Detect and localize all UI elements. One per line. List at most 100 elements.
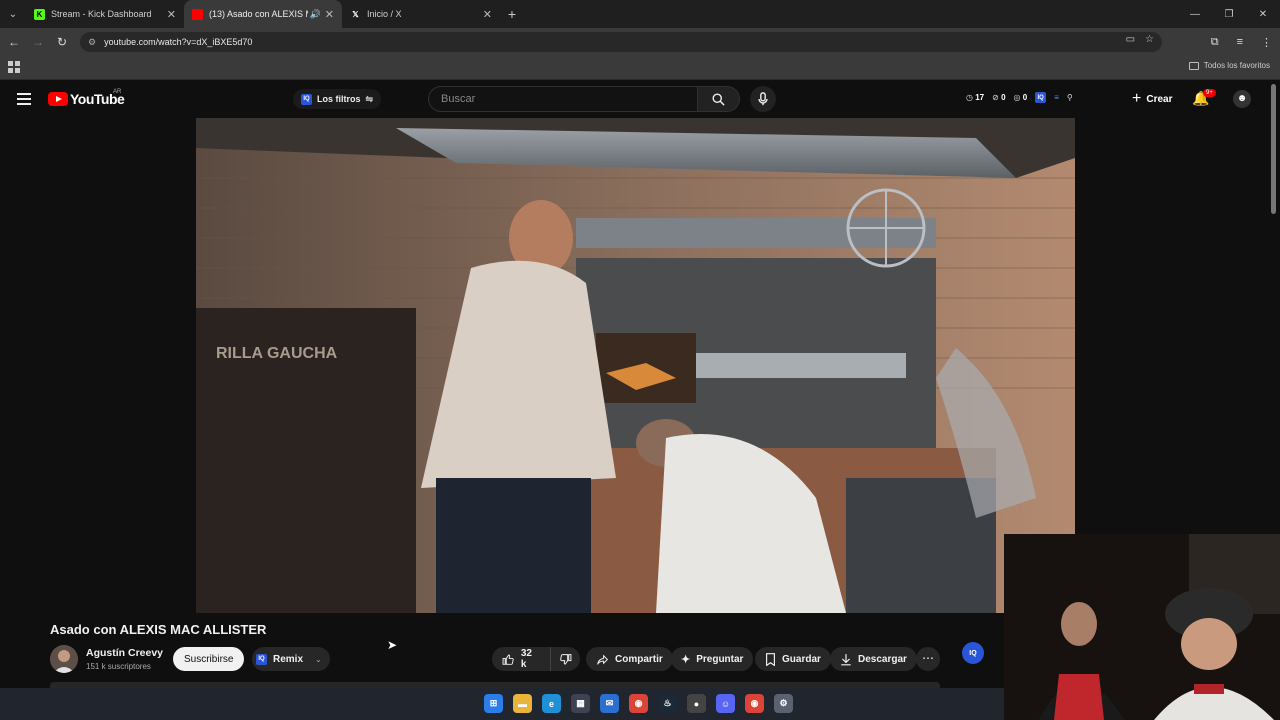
like-count: 32 k <box>520 648 532 670</box>
webcam-overlay <box>1004 534 1280 720</box>
bookmark-star-icon[interactable]: ☆ <box>1145 34 1154 45</box>
download-button[interactable]: Descargar <box>830 647 917 671</box>
plus-icon: + <box>1132 90 1142 107</box>
close-icon[interactable]: ✕ <box>167 8 176 21</box>
create-label: Crear <box>1146 93 1173 105</box>
minimize-icon[interactable]: — <box>1178 0 1212 28</box>
windows-start-icon[interactable]: ⊞ <box>484 694 503 713</box>
save-button[interactable]: Guardar <box>755 647 831 671</box>
filters-button[interactable]: IQ Los filtros ⇋ <box>293 89 382 109</box>
iq-extension-icon[interactable]: IQ <box>1035 92 1047 103</box>
dislike-button[interactable] <box>551 653 580 666</box>
iq-extension-icon: IQ <box>256 653 267 665</box>
search-input[interactable]: Buscar <box>428 86 698 112</box>
clock-icon: ◷ <box>966 93 973 102</box>
remix-button[interactable]: IQ Remix ⌄ <box>252 647 330 671</box>
tab-youtube-video[interactable]: (13) Asado con ALEXIS MAC 🔊 ✕ <box>184 0 342 28</box>
github-icon[interactable]: ● <box>687 694 706 713</box>
browser-toolbar: ← → ↻ ⚙ youtube.com/watch?v=dX_iBXE5d70 … <box>0 28 1280 56</box>
youtube-header: YouTube AR IQ Los filtros ⇋ Buscar ◷ 17 … <box>0 80 1280 118</box>
cast-icon[interactable]: ▭ <box>1126 34 1135 45</box>
tab-title: Stream - Kick Dashboard <box>51 9 152 19</box>
voice-search-button[interactable] <box>750 86 776 112</box>
tab-title: (13) Asado con ALEXIS MAC <box>209 9 308 19</box>
speaker-icon[interactable]: 🔊 <box>310 9 321 20</box>
folder-icon <box>1188 61 1199 70</box>
search-icon <box>712 93 725 106</box>
browser-tab-strip: ⌄ K Stream - Kick Dashboard ✕ (13) Asado… <box>0 0 1280 28</box>
youtube-play-icon <box>48 92 68 106</box>
share-label: Compartir <box>615 653 663 665</box>
subscribe-label: Suscribirse <box>184 653 234 665</box>
ask-button[interactable]: ✦ Preguntar <box>671 647 754 671</box>
notifications-badge: 9+ <box>1203 89 1216 97</box>
chrome-active-icon[interactable]: ◉ <box>745 694 764 713</box>
iq-label: IQ <box>969 649 977 657</box>
apps-grid-icon[interactable] <box>8 61 20 73</box>
edge-icon[interactable]: e <box>542 694 561 713</box>
channel-name[interactable]: Agustín Creevy <box>86 647 163 659</box>
microphone-icon <box>758 92 768 106</box>
circle-icon: ⊘ <box>992 93 999 102</box>
iq-extension-icon: IQ <box>301 93 312 105</box>
remix-label: Remix <box>273 653 304 665</box>
site-info-icon[interactable]: ⚙ <box>88 37 96 48</box>
likes-stat: ⊘ 0 <box>992 93 1006 102</box>
kick-icon: K <box>34 8 45 20</box>
webcam-feed <box>1004 534 1280 720</box>
ask-label: Preguntar <box>696 653 744 665</box>
restore-icon[interactable]: ❐ <box>1212 0 1246 28</box>
like-button[interactable]: 32 k <box>492 647 551 671</box>
settings-gear-icon[interactable]: ⚙ <box>774 694 793 713</box>
discord-icon[interactable]: ☺ <box>716 694 735 713</box>
all-bookmarks-button[interactable]: Todos los favoritos <box>1188 61 1270 70</box>
close-icon[interactable]: ✕ <box>325 8 334 21</box>
new-tab-button[interactable]: + <box>500 6 524 22</box>
search-button[interactable] <box>698 86 740 112</box>
chrome-icon[interactable]: ◉ <box>629 694 648 713</box>
close-icon[interactable]: ✕ <box>483 8 492 21</box>
address-bar[interactable]: ⚙ youtube.com/watch?v=dX_iBXE5d70 ▭ ☆ <box>80 32 1162 52</box>
account-avatar[interactable]: ☻ <box>1233 90 1251 108</box>
search-placeholder: Buscar <box>441 93 476 105</box>
country-code: AR <box>113 89 122 95</box>
media-control-icon[interactable]: ≡ <box>1237 36 1243 48</box>
file-explorer-icon[interactable]: ▬ <box>513 694 532 713</box>
extensions-icon[interactable]: ⧉ <box>1211 36 1219 49</box>
store-icon[interactable]: ▦ <box>571 694 590 713</box>
more-actions-button[interactable]: ⋯ <box>916 647 940 671</box>
save-label: Guardar <box>782 653 821 665</box>
tab-search-icon[interactable]: ⌄ <box>0 0 26 28</box>
mail-icon[interactable]: ✉ <box>600 694 619 713</box>
sparkle-icon: ✦ <box>681 653 691 666</box>
page-scrollbar[interactable] <box>1271 84 1276 214</box>
video-frame: RILLA GAUCHA <box>196 118 1075 613</box>
channel-avatar[interactable] <box>50 645 78 673</box>
create-button[interactable]: + Crear <box>1124 87 1180 111</box>
mouse-cursor-icon: ➤ <box>387 638 398 652</box>
tab-kick-dashboard[interactable]: K Stream - Kick Dashboard ✕ <box>26 0 184 28</box>
sign-graphic: RILLA GAUCHA <box>216 345 338 362</box>
list-icon[interactable]: ≡ <box>1054 93 1059 102</box>
youtube-icon <box>192 8 203 20</box>
hamburger-menu-icon[interactable] <box>17 93 31 105</box>
sliders-icon: ⇋ <box>365 93 374 104</box>
menu-icon[interactable]: ⋮ <box>1261 36 1272 49</box>
subscriber-count: 151 k suscriptores <box>86 662 151 671</box>
os-taskbar: ⊞ ▬ e ▦ ✉ ◉ ♨ ● ☺ ◉ ⚙ <box>0 688 1004 720</box>
subscribe-button[interactable]: Suscribirse <box>173 647 245 671</box>
forward-icon[interactable]: → <box>26 28 50 56</box>
ribbon-icon[interactable]: ⚲ <box>1067 93 1073 102</box>
tab-title: Inicio / X <box>367 9 402 19</box>
iq-floating-button[interactable]: IQ <box>962 642 984 664</box>
share-arrow-icon <box>597 654 609 665</box>
video-player[interactable]: RILLA GAUCHA <box>196 118 1075 613</box>
tab-x-home[interactable]: 𝕏 Inicio / X ✕ <box>342 0 500 28</box>
bookmarks-bar: Todos los favoritos <box>0 56 1280 80</box>
reload-icon[interactable]: ↻ <box>50 28 74 56</box>
back-icon[interactable]: ← <box>2 28 26 56</box>
download-label: Descargar <box>858 653 907 665</box>
close-window-icon[interactable]: ✕ <box>1246 0 1280 28</box>
steam-icon[interactable]: ♨ <box>658 694 677 713</box>
share-button[interactable]: Compartir <box>586 647 673 671</box>
